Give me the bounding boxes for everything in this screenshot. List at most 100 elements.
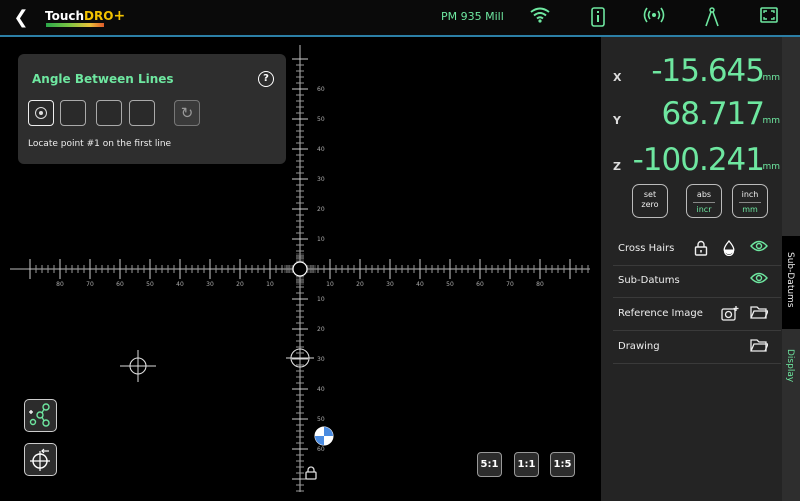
reference-image-row[interactable]: Reference Image [613, 298, 781, 331]
eye-icon[interactable] [750, 240, 768, 258]
cross-hairs-row[interactable]: Cross Hairs [613, 233, 781, 266]
broadcast-icon[interactable] [642, 7, 666, 29]
zero-label: zero [641, 200, 659, 209]
x-axis-value: -15.645 [651, 53, 765, 89]
lock-icon[interactable] [692, 240, 710, 258]
x-tick-label: 70 [506, 281, 514, 288]
back-arrow-icon[interactable]: ❮ [12, 8, 30, 28]
step-1-button[interactable] [28, 100, 54, 126]
x-tick-label: 60 [116, 281, 124, 288]
x-tick-label: 50 [146, 281, 154, 288]
y-tick-label: 40 [317, 386, 325, 393]
compass-icon[interactable] [700, 7, 724, 29]
incr-label: incr [693, 202, 715, 215]
zoom-1-1-button[interactable]: 1:1 [514, 452, 539, 477]
x-tick-label: 40 [416, 281, 424, 288]
abs-incr-toggle[interactable]: abs incr [686, 184, 722, 218]
x-tick-label: 10 [266, 281, 274, 288]
zoom-5-1-button[interactable]: 5:1 [477, 452, 502, 477]
y-tick-label: 20 [317, 326, 325, 333]
side-tabs: Sub-Datums Display [782, 37, 800, 501]
set-label: set [643, 190, 657, 199]
y-axis-row[interactable]: Y 68.717 mm [601, 92, 782, 132]
x-tick-label: 80 [56, 281, 64, 288]
sub-datums-row[interactable]: Sub-Datums [613, 265, 781, 298]
tab-display-label: Display [785, 349, 795, 383]
x-axis-unit: mm [762, 73, 780, 83]
reference-image-label: Reference Image [618, 308, 703, 319]
lock-icon[interactable] [305, 466, 317, 480]
x-tick-label: 60 [476, 281, 484, 288]
z-axis-unit: mm [762, 162, 780, 172]
datum-button[interactable] [24, 443, 57, 476]
step-4-button[interactable] [129, 100, 155, 126]
y-tick-label: 50 [317, 116, 325, 123]
x-tick-label: 20 [236, 281, 244, 288]
color-drop-icon[interactable] [720, 240, 738, 258]
y-axis-label: Y [613, 114, 621, 127]
cross-hairs-label: Cross Hairs [618, 243, 675, 254]
x-tick-label: 70 [86, 281, 94, 288]
set-zero-button[interactable]: set zero [632, 184, 668, 218]
y-tick-label: 50 [317, 416, 325, 423]
tool-message: Locate point #1 on the first line [28, 139, 172, 149]
step-2-button[interactable] [60, 100, 86, 126]
y-tick-label: 10 [317, 296, 325, 303]
angle-tool-panel: Angle Between Lines ? ↻ Locate point #1 … [18, 54, 286, 164]
abs-label: abs [696, 190, 712, 199]
x-tick-label: 20 [356, 281, 364, 288]
tab-sub-datums-label: Sub-Datums [785, 252, 795, 308]
x-tick-label: 30 [386, 281, 394, 288]
datum-quarter [324, 427, 333, 436]
help-icon[interactable]: ? [258, 71, 274, 87]
origin-circle [292, 261, 308, 277]
tool-title: Angle Between Lines [32, 72, 174, 86]
inch-label: inch [741, 190, 759, 199]
y-tick-label: 30 [317, 176, 325, 183]
y-tick-label: 60 [317, 86, 325, 93]
y-tick-label: 60 [317, 446, 325, 453]
drawing-label: Drawing [618, 341, 660, 352]
zoom-1-5-button[interactable]: 1:5 [550, 452, 575, 477]
inch-mm-toggle[interactable]: inch mm [732, 184, 768, 218]
z-axis-label: Z [613, 160, 621, 173]
readout-panel: X -15.645 mm Y 68.717 mm Z -100.241 mm s… [601, 37, 782, 501]
drawing-row[interactable]: Drawing [613, 331, 781, 364]
add-photo-icon[interactable] [721, 305, 739, 323]
x-tick-label: 40 [176, 281, 184, 288]
y-tick-label: 30 [317, 356, 325, 363]
machine-name[interactable]: PM 935 Mill [441, 10, 504, 23]
y-tick-label: 10 [317, 236, 325, 243]
datum-quarter [315, 436, 324, 445]
app-logo: TouchDRO+ [45, 8, 126, 24]
z-axis-value: -100.241 [632, 142, 765, 178]
crosshair-icon [30, 448, 50, 471]
eye-icon[interactable] [750, 272, 768, 290]
x-axis-row[interactable]: X -15.645 mm [601, 49, 782, 89]
x-tick-label: 30 [206, 281, 214, 288]
y-axis-unit: mm [762, 116, 780, 126]
info-icon[interactable] [586, 7, 610, 29]
folder-icon[interactable] [750, 338, 769, 356]
x-axis-label: X [613, 71, 622, 84]
z-axis-row[interactable]: Z -100.241 mm [601, 138, 782, 178]
target-icon [35, 107, 47, 119]
reset-icon[interactable]: ↻ [174, 100, 200, 126]
y-tick-label: 40 [317, 146, 325, 153]
fullscreen-icon[interactable] [757, 7, 781, 29]
step-3-button[interactable] [96, 100, 122, 126]
x-tick-label: 50 [446, 281, 454, 288]
node-graph-icon [29, 403, 50, 427]
folder-icon[interactable] [750, 305, 769, 323]
y-tick-label: 20 [317, 206, 325, 213]
tab-sub-datums[interactable]: Sub-Datums [782, 236, 800, 329]
wifi-icon[interactable] [528, 7, 552, 29]
sub-datums-label: Sub-Datums [618, 275, 680, 286]
tools-button[interactable] [24, 399, 57, 432]
x-tick-label: 80 [536, 281, 544, 288]
y-axis-value: 68.717 [661, 96, 765, 132]
mm-label: mm [739, 202, 761, 215]
x-tick-label: 10 [326, 281, 334, 288]
tab-display[interactable]: Display [782, 337, 800, 397]
logo-bar [46, 23, 104, 27]
